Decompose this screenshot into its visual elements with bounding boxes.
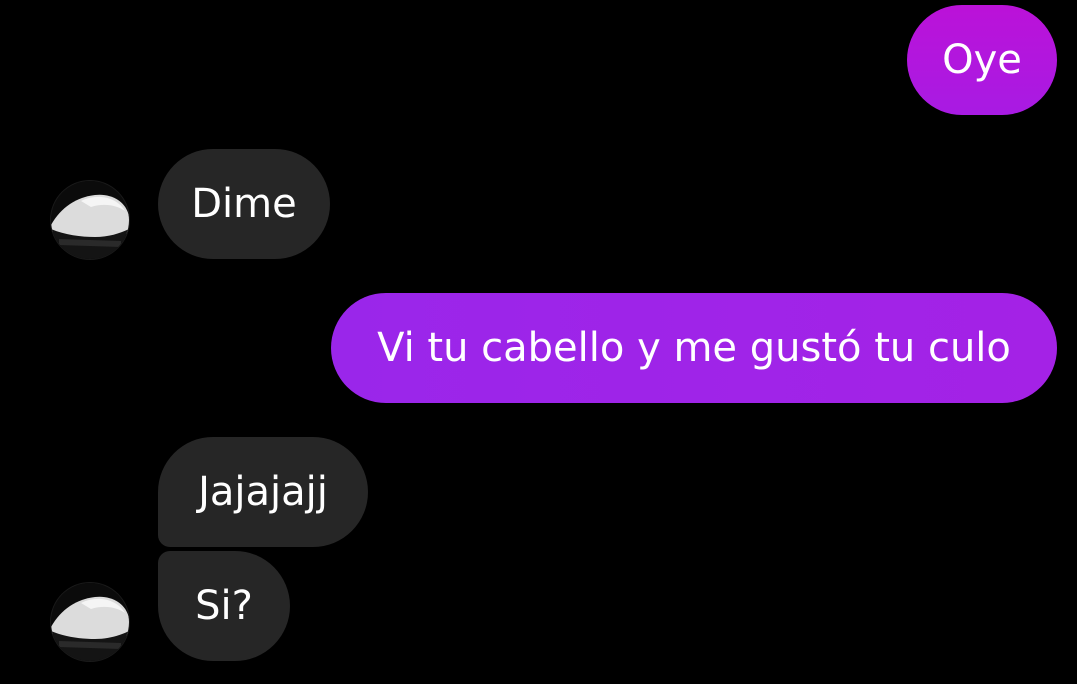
chat-thread: Oye Dime Vi tu cabello y me gustó tu cul… (0, 0, 1077, 684)
message-text: Jajajajj (198, 469, 328, 515)
message-text: Dime (191, 181, 297, 227)
profile-photo-avatar-icon (51, 583, 129, 661)
contact-avatar[interactable] (51, 583, 129, 661)
message-bubble-outgoing[interactable]: Vi tu cabello y me gustó tu culo (331, 293, 1057, 403)
message-bubble-incoming[interactable]: Dime (158, 149, 330, 259)
profile-photo-avatar-icon (51, 181, 129, 259)
message-bubble-incoming[interactable]: Jajajajj (158, 437, 368, 547)
message-text: Si? (195, 583, 253, 629)
message-text: Oye (942, 37, 1022, 83)
contact-avatar[interactable] (51, 181, 129, 259)
message-bubble-incoming[interactable]: Si? (158, 551, 290, 661)
message-bubble-outgoing[interactable]: Oye (907, 5, 1057, 115)
message-text: Vi tu cabello y me gustó tu culo (377, 325, 1011, 371)
